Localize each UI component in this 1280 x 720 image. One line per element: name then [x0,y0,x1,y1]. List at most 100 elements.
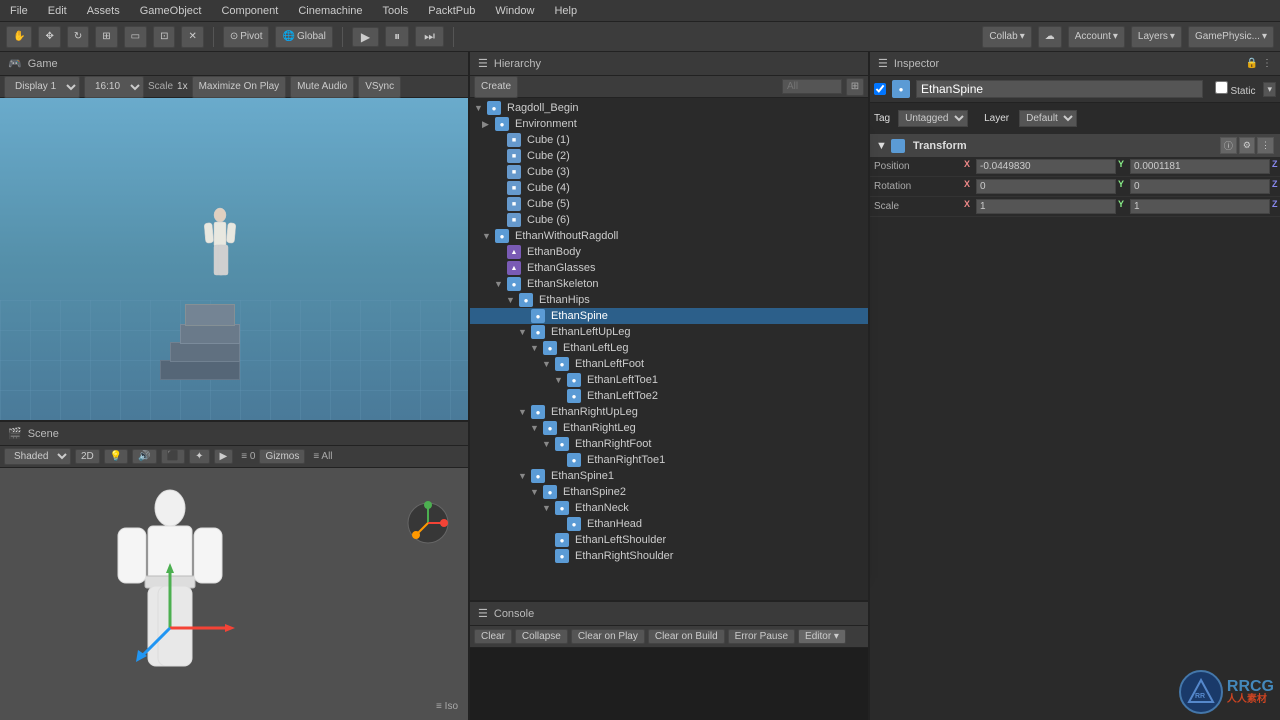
tree-ethanlefttoe2[interactable]: ● EthanLeftToe2 [470,388,868,404]
aspect-select[interactable]: 16:10 [84,76,144,98]
tree-ethanrightleg[interactable]: ▼ ● EthanRightLeg [470,420,868,436]
menu-component[interactable]: Component [217,3,282,19]
audio-btn[interactable]: 🔊 [132,449,156,464]
account-btn[interactable]: Account▾ [1068,26,1125,48]
menu-cinemachine[interactable]: Cinemachine [294,3,366,19]
hand-tool-btn[interactable]: ✋ [6,26,32,48]
create-btn[interactable]: Create [474,76,518,98]
obj-enabled-checkbox[interactable] [874,83,886,95]
custom-tool-btn[interactable]: ✕ [181,26,203,48]
layout-btn[interactable]: GamePhysic...▾ [1188,26,1274,48]
inspector-menu-btn[interactable]: ⋮ [1262,58,1272,69]
tree-ethanskeleton[interactable]: ▼ ● EthanSkeleton [470,276,868,292]
game-tab[interactable]: 🎮 Game [0,52,468,76]
scene-canvas[interactable]: ≡ Iso [0,468,468,720]
maximize-btn[interactable]: Maximize On Play [192,76,287,98]
fx-btn[interactable]: ✦ [189,449,209,464]
layer-select[interactable]: Default [1019,110,1077,127]
clear-build-btn[interactable]: Clear on Build [648,629,725,644]
menu-file[interactable]: File [6,3,32,19]
tree-cube5[interactable]: ■ Cube (5) [470,196,868,212]
tree-ethanrightupleg[interactable]: ▼ ● EthanRightUpLeg [470,404,868,420]
tree-ethanlefttoe1[interactable]: ▼ ● EthanLeftToe1 [470,372,868,388]
inspector-lock-btn[interactable]: 🔒 [1246,58,1258,69]
transform-info-btn[interactable]: ⓘ [1220,137,1237,154]
menu-help[interactable]: Help [550,3,581,19]
tree-ethanspine1[interactable]: ▼ ● EthanSpine1 [470,468,868,484]
pause-btn[interactable]: ⏸ [385,26,409,47]
pos-y-input[interactable] [1130,159,1270,174]
tree-ethanleftupleg[interactable]: ▼ ● EthanLeftUpLeg [470,324,868,340]
tree-ethanhips[interactable]: ▼ ● EthanHips [470,292,868,308]
transform-gear-btn[interactable]: ⚙ [1239,137,1255,154]
tree-ragdoll-begin[interactable]: ▼ ● Ragdoll_Begin [470,100,868,116]
tag-select[interactable]: Untagged [898,110,968,127]
global-btn[interactable]: 🌐 Global [275,26,332,48]
cloud-btn[interactable]: ☁ [1038,26,1062,48]
layers-btn[interactable]: Layers▾ [1131,26,1182,48]
tree-cube6[interactable]: ■ Cube (6) [470,212,868,228]
scale-y-input[interactable] [1130,199,1270,214]
tree-ethanneck[interactable]: ▼ ● EthanNeck [470,500,868,516]
rot-x-input[interactable] [976,179,1116,194]
tree-ethanwithout[interactable]: ▼ ● EthanWithoutRagdoll [470,228,868,244]
obj-name-input[interactable] [916,80,1203,98]
rect-tool-btn[interactable]: ▭ [124,26,147,48]
move-tool-btn[interactable]: ✥ [38,26,60,48]
menu-assets[interactable]: Assets [83,3,124,19]
tree-ethanleftshoulder[interactable]: ● EthanLeftShoulder [470,532,868,548]
pivot-btn[interactable]: ⊙ Pivot [223,26,270,48]
menu-window[interactable]: Window [491,3,538,19]
collab-btn[interactable]: Collab▾ [982,26,1031,48]
vsync-btn[interactable]: VSync [358,76,401,98]
console-content[interactable] [470,648,868,720]
play-btn[interactable]: ▶ [352,27,379,47]
transform-tool-btn[interactable]: ⊡ [153,26,175,48]
anim-btn[interactable]: ▶ [214,449,234,464]
rot-y-input[interactable] [1130,179,1270,194]
hierarchy-tab[interactable]: ☰ Hierarchy [470,52,868,76]
scale-x-input[interactable] [976,199,1116,214]
transform-menu-btn[interactable]: ⋮ [1257,137,1274,154]
shaded-select[interactable]: Shaded [4,448,71,465]
editor-btn[interactable]: Editor ▾ [798,629,846,644]
tree-ethanhead[interactable]: ● EthanHead [470,516,868,532]
tree-cube2[interactable]: ■ Cube (2) [470,148,868,164]
menu-tools[interactable]: Tools [379,3,413,19]
skybox-btn[interactable]: ⬛ [161,449,185,464]
tree-ethanrightfoot[interactable]: ▼ ● EthanRightFoot [470,436,868,452]
clear-play-btn[interactable]: Clear on Play [571,629,645,644]
hierarchy-search[interactable] [782,79,842,94]
tree-ethanglasses[interactable]: ▲ EthanGlasses [470,260,868,276]
menu-gameobject[interactable]: GameObject [136,3,206,19]
lights-btn[interactable]: 💡 [104,449,128,464]
static-checkbox[interactable] [1215,81,1228,94]
tree-cube4[interactable]: ■ Cube (4) [470,180,868,196]
display-select[interactable]: Display 1 [4,76,80,98]
menu-edit[interactable]: Edit [44,3,71,19]
rotate-tool-btn[interactable]: ↻ [67,26,89,48]
scene-tab[interactable]: 🎬 Scene [0,422,468,446]
scale-tool-btn[interactable]: ⊞ [95,26,117,48]
tree-ethanbody[interactable]: ▲ EthanBody [470,244,868,260]
static-dropdown-btn[interactable]: ▾ [1263,82,1276,97]
collapse-btn[interactable]: Collapse [515,629,568,644]
console-tab[interactable]: ☰ Console [470,602,868,626]
tree-cube3[interactable]: ■ Cube (3) [470,164,868,180]
inspector-tab[interactable]: ☰ Inspector 🔒 ⋮ [870,52,1280,76]
tree-ethanleftleg[interactable]: ▼ ● EthanLeftLeg [470,340,868,356]
tree-ethanleftfoot[interactable]: ▼ ● EthanLeftFoot [470,356,868,372]
tree-ethanrightshoulder[interactable]: ● EthanRightShoulder [470,548,868,564]
step-btn[interactable]: ⏭ [415,26,444,47]
2d-btn[interactable]: 2D [75,449,100,464]
tree-ethanspine2[interactable]: ▼ ● EthanSpine2 [470,484,868,500]
hierarchy-filter-btn[interactable]: ⊞ [846,78,864,96]
mute-btn[interactable]: Mute Audio [290,76,354,98]
transform-header[interactable]: ▼ Transform ⓘ ⚙ ⋮ [870,134,1280,157]
pos-x-input[interactable] [976,159,1116,174]
tree-ethanspine[interactable]: ● EthanSpine [470,308,868,324]
gizmos-btn[interactable]: Gizmos [259,449,305,464]
menu-packpub[interactable]: PacktPub [424,3,479,19]
tree-cube1[interactable]: ■ Cube (1) [470,132,868,148]
tree-ethanrighttoe1[interactable]: ● EthanRightToe1 [470,452,868,468]
